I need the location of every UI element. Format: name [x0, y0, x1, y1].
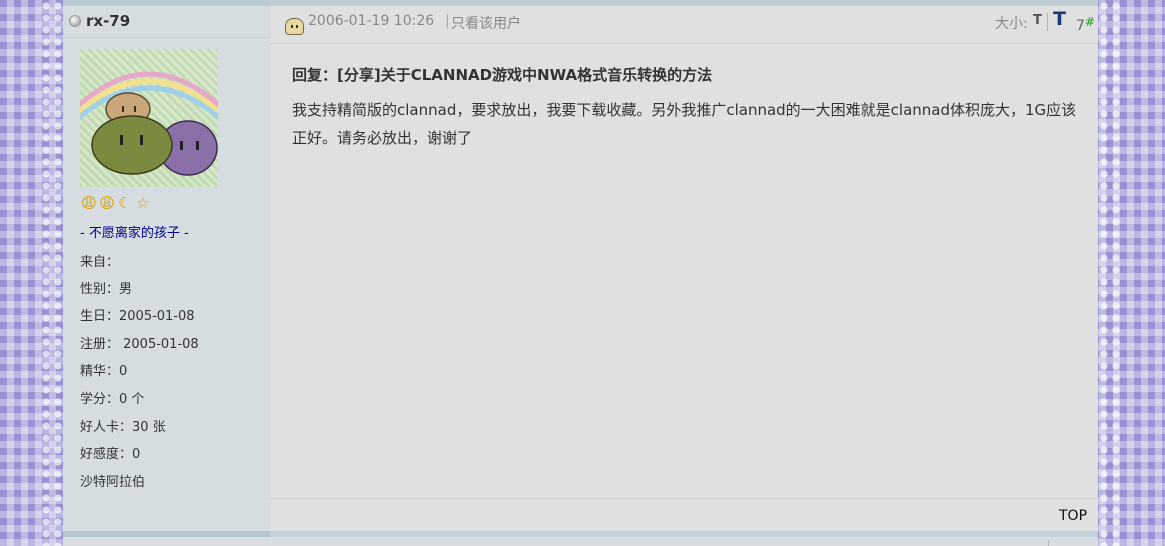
only-view-this-user-link[interactable]: 只看该用户 — [451, 13, 521, 33]
post-mood-icon — [285, 18, 304, 35]
info-digest: 精华：0 — [80, 364, 128, 379]
font-size-label: 大小: — [995, 16, 1028, 32]
post-footer: TOP — [270, 498, 1098, 532]
info-affinity: 好感度：0 — [80, 447, 141, 462]
info-good-cards: 好人卡：30 张 — [80, 420, 166, 435]
post-header: 2006-01-19 10:26 | 只看该用户 大小: T T 7# — [270, 6, 1098, 44]
rank-face-icon: 😩 — [81, 194, 97, 212]
info-gender: 性别：男 — [80, 282, 133, 297]
forum-post-frame: rx-79 😩 😩 ☾ ☆ - 不愿离家的孩子 - 来自： 性别：男 生日：20… — [63, 0, 1098, 546]
info-birthday: 生日：2005-01-08 — [80, 309, 195, 324]
user-title: - 不愿离家的孩子 - — [80, 226, 189, 241]
info-location: 来自： — [80, 255, 120, 270]
dango-avatar-image — [80, 71, 218, 176]
post-title: 回复：[分享]关于CLANNAD游戏中NWA格式音乐转换的方法 — [292, 66, 713, 84]
avatar — [80, 49, 218, 187]
lace-border-left — [40, 0, 64, 546]
post-timestamp: 2006-01-19 10:26 — [308, 13, 435, 29]
info-country: 沙特阿拉伯 — [80, 475, 146, 490]
rank-moon-icon: ☾ — [118, 194, 132, 212]
font-size-small-button[interactable]: T — [1033, 13, 1042, 28]
floor-number[interactable]: 7# — [1076, 15, 1095, 34]
author-sidebar: rx-79 😩 😩 ☾ ☆ - 不愿离家的孩子 - 来自： 性别：男 生日：20… — [63, 6, 270, 531]
floor-hash-mark: # — [1084, 15, 1095, 29]
separator: | — [445, 13, 450, 29]
next-post-divider — [1048, 540, 1049, 546]
offline-status-icon — [69, 15, 81, 27]
author-header: rx-79 — [63, 6, 270, 38]
author-username[interactable]: rx-79 — [86, 12, 130, 30]
post-bottom-bar — [63, 531, 1098, 537]
post-body: 我支持精简版的clannad，要求放出，我要下载收藏。另外我推广clannad的… — [292, 101, 1077, 147]
lace-border-right — [1098, 0, 1122, 546]
info-credits: 学分：0 个 — [80, 392, 145, 407]
font-size-large-button[interactable]: T — [1053, 8, 1066, 30]
font-size-divider — [1047, 13, 1048, 31]
rank-star-icon: ☆ — [136, 194, 150, 212]
post-content-area: 2006-01-19 10:26 | 只看该用户 大小: T T 7# 回复：[… — [270, 6, 1098, 531]
rank-face-icon: 😩 — [99, 194, 115, 212]
floor-number-value: 7 — [1076, 18, 1085, 34]
info-registered: 注册： 2005-01-08 — [80, 337, 199, 352]
rank-icons: 😩 😩 ☾ ☆ — [80, 194, 152, 212]
back-to-top-link[interactable]: TOP — [1059, 508, 1087, 524]
